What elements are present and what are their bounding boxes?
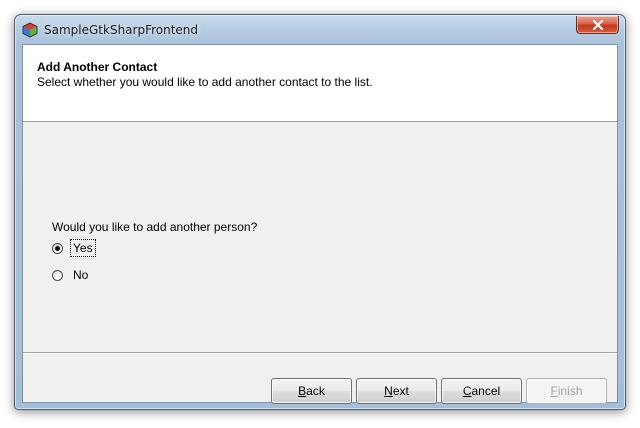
finish-button[interactable]: Finish — [526, 378, 607, 404]
close-button[interactable] — [576, 16, 619, 34]
radio-option-yes[interactable]: Yes — [52, 239, 96, 257]
cancel-button[interactable]: Cancel — [441, 378, 522, 404]
close-icon — [592, 19, 603, 30]
window-title: SampleGtkSharpFrontend — [44, 23, 199, 37]
back-button[interactable]: Back — [271, 378, 352, 404]
radio-button-unchecked[interactable] — [52, 269, 63, 281]
title-bar[interactable]: SampleGtkSharpFrontend — [15, 15, 625, 45]
wizard-header: Add Another Contact Select whether you w… — [23, 45, 617, 122]
footer-separator — [23, 352, 617, 354]
page-title: Add Another Contact — [37, 60, 158, 74]
page-description: Select whether you would like to add ano… — [37, 75, 373, 89]
gtk-cube-icon — [22, 22, 38, 38]
wizard-page: Add Another Contact Select whether you w… — [22, 44, 618, 404]
question-label: Would you like to add another person? — [52, 220, 258, 234]
radio-option-no[interactable]: No — [52, 267, 90, 283]
radio-label-yes[interactable]: Yes — [70, 239, 96, 257]
next-button[interactable]: Next — [356, 378, 437, 404]
radio-button-checked[interactable] — [52, 242, 63, 254]
radio-label-no[interactable]: No — [71, 267, 90, 283]
app-window: SampleGtkSharpFrontend Add Another Conta… — [14, 14, 626, 410]
